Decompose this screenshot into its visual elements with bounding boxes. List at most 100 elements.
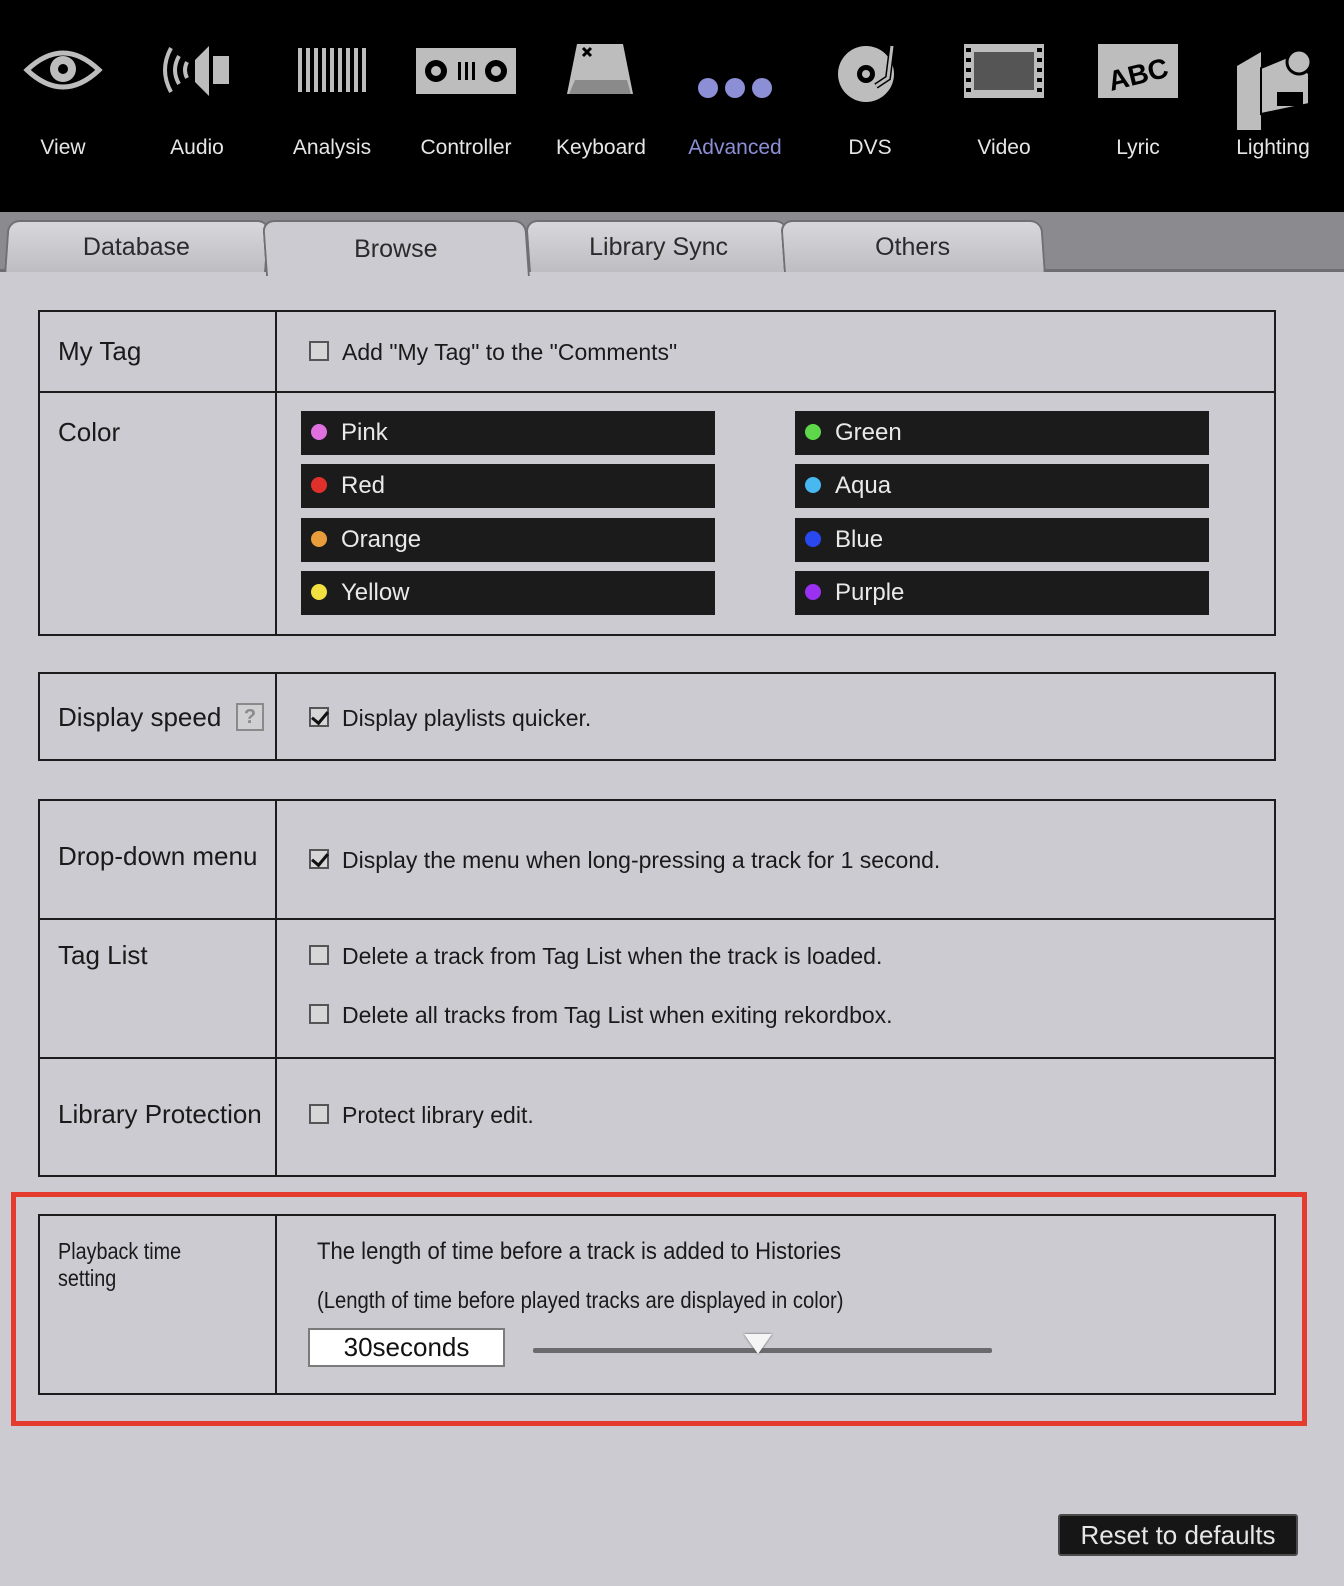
display-speed-row: Display speed ? Display playlists quicke… <box>40 674 1274 759</box>
library-protection-label-cell: Library Protection <box>40 1059 277 1175</box>
toolbar-analysis[interactable]: Analysis <box>265 40 399 180</box>
toolbar-video[interactable]: Video <box>937 40 1071 180</box>
color-dot <box>805 424 821 440</box>
top-toolbar: View Audio Analysis Controller Keyboard … <box>0 0 1344 212</box>
playback-time-label-cell: Playback time setting <box>40 1216 277 1393</box>
color-name: Yellow <box>341 579 410 606</box>
color-chip-purple[interactable]: Purple <box>795 571 1209 615</box>
color-chip-pink[interactable]: Pink <box>301 411 715 455</box>
playback-time-value[interactable]: 30seconds <box>308 1328 505 1367</box>
display-speed-section: Display speed ? Display playlists quicke… <box>38 672 1276 761</box>
toolbar-keyboard[interactable]: Keyboard <box>534 40 668 180</box>
color-display-description: (Length of time before played tracks are… <box>317 1287 844 1313</box>
histories-time-description: The length of time before a track is add… <box>317 1238 842 1265</box>
color-dot <box>805 584 821 600</box>
toolbar-label: Advanced <box>688 136 782 159</box>
toolbar-label: Lyric <box>1116 136 1160 159</box>
speaker-icon <box>163 46 229 96</box>
playback-time-content: The length of time before a track is add… <box>279 1216 1274 1393</box>
my-tag-comments-text: Add "My Tag" to the "Comments" <box>342 339 678 365</box>
abc-lyric-icon: ABC <box>1098 44 1178 98</box>
tab-label: Others <box>875 232 951 261</box>
eye-icon <box>23 50 103 90</box>
display-playlists-quicker-checkbox[interactable] <box>309 707 329 727</box>
tab-others[interactable]: Others <box>780 220 1046 272</box>
display-speed-label-cell: Display speed ? <box>40 674 277 759</box>
color-name: Pink <box>341 419 388 446</box>
tab-label: Browse <box>354 234 438 263</box>
delete-on-exit-text: Delete all tracks from Tag List when exi… <box>342 1002 893 1028</box>
color-row: Color Pink Red Orange Yellow Green Aqua … <box>40 391 1274 634</box>
keyboard-key-icon <box>567 44 633 94</box>
toolbar-label: DVS <box>848 136 892 159</box>
my-tag-row: My Tag Add "My Tag" to the "Comments" <box>40 312 1274 391</box>
my-tag-content: Add "My Tag" to the "Comments" <box>279 312 1274 391</box>
delete-on-load-text: Delete a track from Tag List when the tr… <box>342 943 883 969</box>
color-label: Color <box>58 417 121 447</box>
browse-options-section: Drop-down menu Display the menu when lon… <box>38 799 1276 1177</box>
toolbar-audio[interactable]: Audio <box>130 40 264 180</box>
my-tag-color-section: My Tag Add "My Tag" to the "Comments" Co… <box>38 310 1276 636</box>
color-dot <box>311 477 327 493</box>
dropdown-menu-content: Display the menu when long-pressing a tr… <box>279 801 1274 918</box>
color-content: Pink Red Orange Yellow Green Aqua Blue P… <box>279 393 1274 634</box>
display-speed-content: Display playlists quicker. <box>279 674 1274 759</box>
tab-database[interactable]: Database <box>4 220 270 272</box>
tag-list-label-cell: Tag List <box>40 920 277 1057</box>
toolbar-advanced[interactable]: Advanced <box>668 40 802 180</box>
long-press-menu-checkbox[interactable] <box>309 849 329 869</box>
tab-label: Database <box>83 232 191 261</box>
color-name: Red <box>341 472 386 499</box>
color-dot <box>805 531 821 547</box>
display-playlists-quicker-text: Display playlists quicker. <box>342 705 592 731</box>
color-dot <box>311 584 327 600</box>
slider-thumb[interactable] <box>743 1334 772 1354</box>
controller-icon <box>416 48 516 94</box>
color-dot <box>311 531 327 547</box>
tab-library-sync[interactable]: Library Sync <box>525 220 791 272</box>
color-name: Purple <box>835 579 905 606</box>
my-tag-label: My Tag <box>58 336 142 366</box>
color-chip-green[interactable]: Green <box>795 411 1209 455</box>
library-protection-content: Protect library edit. <box>279 1059 1274 1175</box>
toolbar-lyric[interactable]: ABC Lyric <box>1071 40 1205 180</box>
color-dot <box>805 477 821 493</box>
turntable-icon <box>838 45 895 102</box>
tab-label: Library Sync <box>588 232 728 261</box>
color-label-cell: Color <box>40 393 277 634</box>
toolbar-controller[interactable]: Controller <box>399 40 533 180</box>
display-speed-label: Display speed <box>58 702 222 732</box>
analysis-bars-icon <box>298 48 366 92</box>
color-chip-red[interactable]: Red <box>301 464 715 508</box>
my-tag-comments-checkbox[interactable] <box>309 341 329 361</box>
tag-list-content: Delete a track from Tag List when the tr… <box>279 920 1274 1057</box>
color-name: Green <box>835 419 902 446</box>
tag-list-label: Tag List <box>58 940 148 970</box>
tab-browse[interactable]: Browse <box>262 220 530 276</box>
library-protection-label: Library Protection <box>58 1099 262 1129</box>
protect-library-checkbox[interactable] <box>309 1104 329 1124</box>
toolbar-dvs[interactable]: DVS <box>803 40 937 180</box>
delete-on-exit-checkbox[interactable] <box>309 1004 329 1024</box>
reset-to-defaults-button[interactable]: Reset to defaults <box>1058 1514 1298 1556</box>
toolbar-lighting[interactable]: Lighting <box>1206 40 1340 180</box>
moving-head-light-icon <box>1237 48 1313 130</box>
playback-time-label: Playback time setting <box>58 1238 182 1291</box>
color-name: Orange <box>341 526 422 553</box>
dropdown-menu-label: Drop-down menu <box>58 841 258 871</box>
film-icon <box>964 44 1044 98</box>
tab-bar: Database Browse Library Sync Others <box>0 212 1344 276</box>
color-chip-yellow[interactable]: Yellow <box>301 571 715 615</box>
help-icon[interactable]: ? <box>236 703 264 731</box>
toolbar-view[interactable]: View <box>0 40 130 180</box>
color-chip-aqua[interactable]: Aqua <box>795 464 1209 508</box>
three-dots-icon <box>698 78 772 98</box>
library-protection-row: Library Protection Protect library edit. <box>40 1057 1274 1175</box>
toolbar-label: Controller <box>420 136 512 159</box>
color-chip-orange[interactable]: Orange <box>301 518 715 562</box>
dropdown-menu-row: Drop-down menu Display the menu when lon… <box>40 801 1274 918</box>
color-chip-blue[interactable]: Blue <box>795 518 1209 562</box>
toolbar-label: Analysis <box>292 136 372 159</box>
protect-library-text: Protect library edit. <box>342 1102 534 1128</box>
delete-on-load-checkbox[interactable] <box>309 945 329 965</box>
